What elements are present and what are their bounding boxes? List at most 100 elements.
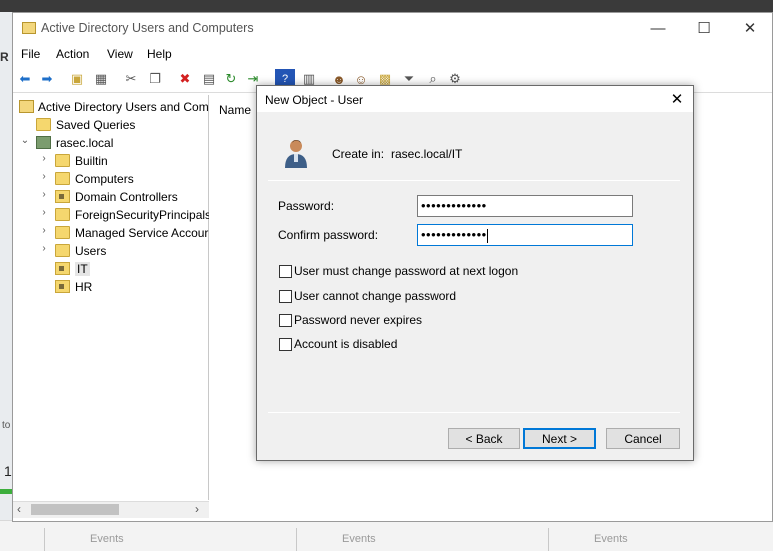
collapse-arrow-icon[interactable]: ⌄ [19,135,31,146]
tree-item-users[interactable]: › Users [13,242,209,260]
domain-icon [36,136,51,149]
background-fragment: R [0,50,9,64]
maximize-button[interactable]: ☐ [681,13,727,43]
tree-item-label: ForeignSecurityPrincipals [75,208,209,222]
console-tree: Active Directory Users and Com Saved Que… [13,95,209,500]
tree-item-domain-controllers[interactable]: › Domain Controllers [13,188,209,206]
desktop-strip [0,0,773,12]
divider [296,528,297,551]
back-button[interactable]: < Back [448,428,520,449]
next-button[interactable]: Next > [523,428,596,449]
tree-root[interactable]: Active Directory Users and Com [13,98,209,116]
create-in-path: rasec.local/IT [391,147,463,161]
expand-arrow-icon[interactable]: › [38,171,50,182]
up-folder-icon[interactable]: ▣ [67,69,87,89]
divider [44,528,45,551]
password-field[interactable]: ••••••••••••• [417,195,633,217]
tree-item-hr[interactable]: HR [13,278,209,296]
dialog-title-bar: New Object - User ✕ [257,86,693,112]
must-change-password-checkbox[interactable] [279,265,292,278]
ou-folder-icon [55,280,70,293]
expand-arrow-icon[interactable]: › [38,243,50,254]
expand-arrow-icon[interactable]: › [38,153,50,164]
tree-item-label: Users [75,244,107,258]
background-fragment: to [2,420,11,431]
tree-item-label: Domain Controllers [75,190,178,204]
account-disabled-checkbox[interactable] [279,338,292,351]
back-icon[interactable]: ⬅ [15,69,35,89]
tree-root-label: Active Directory Users and Com [38,100,209,114]
password-never-expires-checkbox[interactable] [279,314,292,327]
user-icon [285,140,307,168]
copy-icon[interactable]: ❐ [145,69,165,89]
tree-item-managed-service-accour[interactable]: › Managed Service Accour [13,224,209,242]
folder-icon [55,208,70,221]
expand-arrow-icon[interactable]: › [38,225,50,236]
refresh-icon[interactable]: ↻ [221,69,241,89]
divider [548,528,549,551]
cancel-button[interactable]: Cancel [606,428,680,449]
menu-action[interactable]: Action [56,47,89,61]
menu-file[interactable]: File [21,47,40,61]
confirm-password-value: ••••••••••••• [421,227,487,242]
aduc-app-icon [22,22,36,34]
tree-item-label: Managed Service Accour [75,226,209,240]
tree-item-computers[interactable]: › Computers [13,170,209,188]
folder-icon [55,172,70,185]
delete-icon[interactable]: ✖ [175,69,195,89]
text-caret [486,228,488,243]
account-disabled-label[interactable]: Account is disabled [294,337,397,351]
scroll-right-arrow[interactable]: › [195,502,199,516]
cut-icon[interactable]: ✂ [121,69,141,89]
background-events-label: Events [342,533,376,545]
tree-item-label: IT [75,262,90,276]
menu-help[interactable]: Help [147,47,172,61]
properties-icon[interactable]: ▤ [199,69,219,89]
background-events-label: Events [594,533,628,545]
cannot-change-password-checkbox[interactable] [279,290,292,303]
create-in-label: Create in: [332,147,385,161]
confirm-password-label: Confirm password: [278,228,379,242]
tree-item-label: HR [75,280,93,294]
folder-icon [55,244,70,257]
tree-item-saved-queries[interactable]: Saved Queries [13,116,209,134]
tree-item-rasec-local[interactable]: ⌄ rasec.local [13,134,209,152]
ou-folder-icon [55,262,70,275]
password-value: ••••••••••••• [421,198,487,213]
must-change-password-label[interactable]: User must change password at next logon [294,264,518,278]
ou-folder-icon [55,190,70,203]
background-fragment: 1 [4,463,12,479]
show-hide-tree-icon[interactable]: ▦ [91,69,111,89]
column-header-name[interactable]: Name [219,103,251,117]
title-bar: Active Directory Users and Computers — ☐… [13,13,772,45]
tree-item-foreignsecurityprincipals[interactable]: › ForeignSecurityPrincipals [13,206,209,224]
tree-item-builtin[interactable]: › Builtin [13,152,209,170]
window-title: Active Directory Users and Computers [41,21,254,35]
confirm-password-field[interactable]: ••••••••••••• [417,224,633,246]
tree-item-label: rasec.local [56,136,114,150]
menu-view[interactable]: View [107,47,133,61]
scrollbar-thumb[interactable] [31,504,119,515]
tree-item-label: Computers [75,172,134,186]
expand-arrow-icon[interactable]: › [38,207,50,218]
folder-icon [36,118,51,131]
minimize-button[interactable]: — [635,13,681,43]
tree-item-it[interactable]: IT [13,260,209,278]
separator [268,180,680,181]
dialog-close-button[interactable]: ✕ [667,89,687,109]
expand-arrow-icon[interactable]: › [38,189,50,200]
folder-icon [55,154,70,167]
cannot-change-password-label[interactable]: User cannot change password [294,289,456,303]
folder-icon [55,226,70,239]
background-events-label: Events [90,533,124,545]
status-bar-green [0,489,12,494]
scroll-left-arrow[interactable]: ‹ [17,502,21,516]
forward-icon[interactable]: ➡ [37,69,57,89]
close-button[interactable]: ✕ [727,13,773,43]
dialog-title: New Object - User [265,93,364,107]
tree-item-label: Builtin [75,154,108,168]
separator [268,412,680,413]
password-never-expires-label[interactable]: Password never expires [294,313,422,327]
tree-item-label: Saved Queries [56,118,136,132]
password-label: Password: [278,199,335,213]
